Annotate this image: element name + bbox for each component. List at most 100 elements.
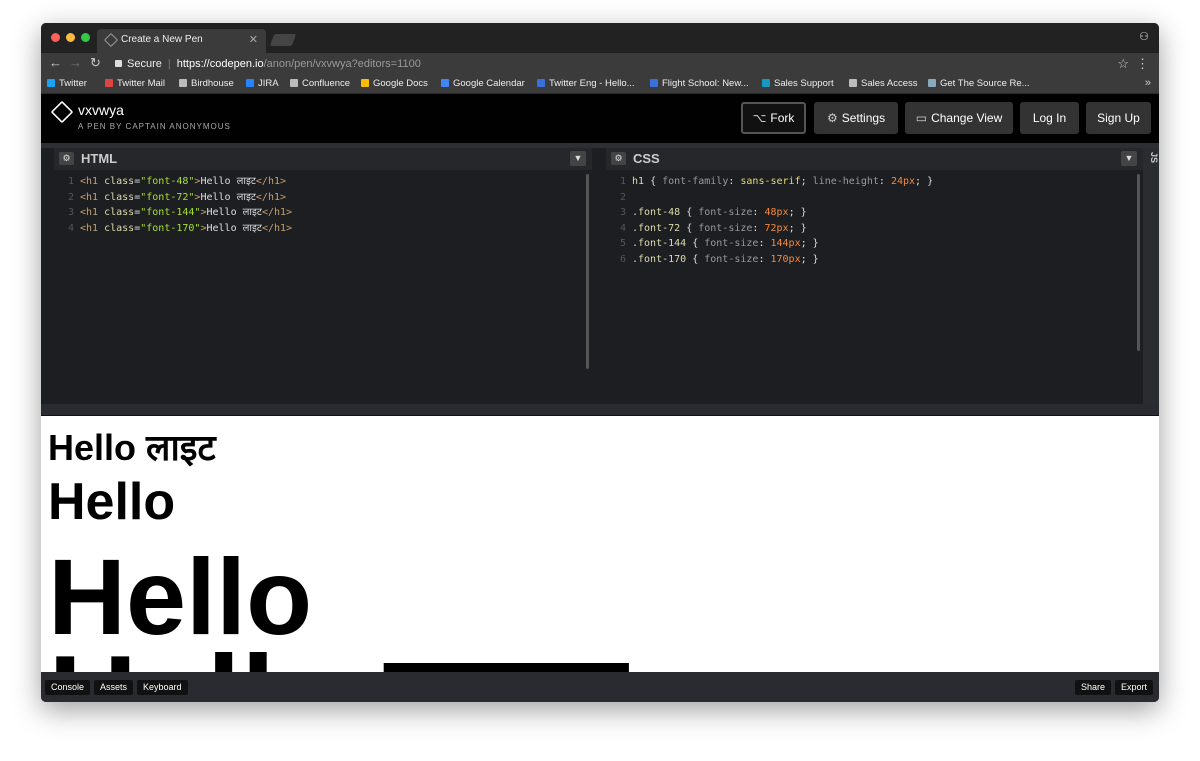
bookmark-item[interactable]: Get The Source Re... bbox=[928, 78, 1030, 89]
code-selector: .font-170 bbox=[632, 253, 687, 265]
code-punct: : bbox=[758, 238, 771, 249]
more-bookmarks-icon[interactable]: » bbox=[1145, 77, 1151, 89]
html-settings-gear-icon[interactable]: ⚙ bbox=[59, 152, 74, 165]
address-bar[interactable]: Secure | https://codepen.io/anon/pen/vxvwy… bbox=[109, 55, 1129, 73]
code-value: 48px bbox=[764, 207, 789, 218]
code-attr: class bbox=[104, 222, 135, 234]
codepen-header: vxvwya A PEN BY CAPTAIN ANONYMOUS ⌥ Fork … bbox=[41, 94, 1159, 143]
chevron-down-icon[interactable]: ▼ bbox=[1121, 151, 1137, 166]
bookmark-item[interactable]: Google Calendar bbox=[441, 78, 525, 89]
html-code-editor[interactable]: 1 <h1 class="font-48">Hello लाइट</h1> 2 <h1… bbox=[54, 174, 592, 236]
code-punct: } bbox=[800, 222, 807, 234]
url-host: https://codepen.io bbox=[176, 58, 264, 70]
code-tag: </h1> bbox=[255, 176, 287, 187]
code-tag: </h1> bbox=[261, 207, 293, 218]
mail-icon bbox=[105, 79, 113, 87]
bookmark-star-icon[interactable]: ☆ bbox=[1117, 56, 1129, 72]
pen-title[interactable]: vxvwya bbox=[78, 102, 124, 118]
code-punct: : bbox=[728, 176, 741, 187]
css-settings-gear-icon[interactable]: ⚙ bbox=[611, 152, 626, 165]
bookmark-item[interactable]: Sales Support bbox=[762, 78, 834, 89]
editor-resize-bar[interactable] bbox=[41, 404, 1159, 416]
bookmark-item[interactable]: Confluence bbox=[290, 78, 350, 89]
bookmark-item[interactable]: Birdhouse bbox=[179, 78, 234, 89]
html-editor-scrollbar[interactable] bbox=[586, 174, 589, 369]
bookmark-item[interactable]: Google Docs bbox=[361, 78, 428, 89]
preview-heading-72: Hello लाइट bbox=[48, 476, 290, 528]
bookmark-label: Twitter Mail bbox=[117, 78, 166, 89]
css-editor-scrollbar[interactable] bbox=[1137, 174, 1140, 351]
code-value: 72px bbox=[764, 222, 789, 234]
keyboard-button[interactable]: Keyboard bbox=[137, 680, 188, 695]
js-panel-collapsed[interactable]: JS bbox=[1143, 148, 1159, 404]
line-number: 6 bbox=[619, 253, 626, 265]
preview-heading-170: Hello लाइट bbox=[48, 638, 625, 672]
html-editor-pane: ⚙ HTML ▼ 1 <h1 class="font-48">Hello लाइट… bbox=[54, 148, 592, 404]
line-number: 2 bbox=[619, 191, 626, 203]
heading-latin-text: Hello bbox=[48, 631, 351, 672]
code-property: font-size bbox=[698, 207, 753, 218]
code-property: font-size bbox=[704, 253, 759, 265]
bookmark-item[interactable]: Twitter bbox=[47, 78, 87, 89]
fork-button[interactable]: ⌥ Fork bbox=[741, 102, 806, 134]
change-view-label: Change View bbox=[931, 111, 1003, 125]
codepen-footer: Console Assets Keyboard Share Export bbox=[41, 672, 1159, 702]
browser-tab[interactable]: Create a New Pen ✕ bbox=[97, 29, 266, 53]
css-panel-title: CSS bbox=[633, 151, 660, 166]
bookmark-label: Confluence bbox=[302, 78, 351, 89]
code-string: "font-72" bbox=[140, 191, 195, 203]
code-punct: } bbox=[800, 207, 807, 218]
code-line: 3 <h1 class="font-144">Hello लाइट</h1> bbox=[54, 205, 592, 221]
reload-icon[interactable]: ↻ bbox=[90, 55, 101, 71]
chevron-down-icon[interactable]: ▼ bbox=[570, 151, 586, 166]
code-attr: class bbox=[104, 176, 135, 187]
pen-subtitle: A PEN BY CAPTAIN ANONYMOUS bbox=[78, 122, 231, 131]
share-button[interactable]: Share bbox=[1075, 680, 1112, 695]
browser-menu-icon[interactable]: ⋮ bbox=[1136, 56, 1149, 72]
code-line: 4 <h1 class="font-170">Hello लाइट</h1> bbox=[54, 221, 592, 237]
code-line: 6 .font-170 { font-size: 170px; } bbox=[606, 252, 1143, 268]
close-tab-icon[interactable]: ✕ bbox=[249, 29, 258, 51]
bookmark-item[interactable]: Sales Access bbox=[849, 78, 918, 89]
code-text: Hello लाइट bbox=[206, 207, 262, 218]
login-button[interactable]: Log In bbox=[1020, 102, 1079, 134]
code-tag: </h1> bbox=[255, 191, 287, 203]
code-punct: { bbox=[686, 253, 705, 265]
code-punct: ; bbox=[800, 238, 813, 249]
code-selector: .font-48 bbox=[632, 207, 681, 218]
assets-button[interactable]: Assets bbox=[94, 680, 134, 695]
code-selector: h1 bbox=[632, 176, 645, 187]
bookmark-item[interactable]: Flight School: New... bbox=[650, 78, 749, 89]
line-number: 3 bbox=[67, 207, 74, 218]
codepen-favicon-icon bbox=[103, 32, 119, 48]
css-editor-pane: ⚙ CSS ▼ 1 h1 { font-family: sans-serif; l… bbox=[606, 148, 1143, 404]
layout-icon: ▭ bbox=[915, 111, 928, 125]
signup-button[interactable]: Sign Up bbox=[1086, 102, 1151, 134]
line-number: 2 bbox=[67, 191, 74, 203]
bookmark-item[interactable]: Twitter Mail bbox=[105, 78, 165, 89]
settings-label: Settings bbox=[841, 111, 886, 125]
css-code-editor[interactable]: 1 h1 { font-family: sans-serif; line-heig… bbox=[606, 174, 1143, 267]
change-view-button[interactable]: ▭ Change View bbox=[905, 102, 1013, 134]
bookmark-item[interactable]: JIRA bbox=[246, 78, 279, 89]
code-line: 1 h1 { font-family: sans-serif; line-heig… bbox=[606, 174, 1143, 190]
bookmark-label: Get The Source Re... bbox=[940, 78, 1030, 89]
console-button[interactable]: Console bbox=[45, 680, 91, 695]
bookmark-label: Twitter bbox=[59, 78, 87, 89]
line-number: 4 bbox=[67, 222, 74, 234]
code-punct: } bbox=[812, 238, 819, 249]
codepen-logo-icon[interactable] bbox=[50, 100, 74, 124]
new-tab-button[interactable] bbox=[269, 34, 297, 46]
close-window-icon[interactable] bbox=[51, 33, 60, 42]
export-button[interactable]: Export bbox=[1115, 680, 1154, 695]
back-icon[interactable]: ← bbox=[49, 55, 62, 70]
code-property: font-size bbox=[698, 222, 753, 234]
twitter-icon bbox=[47, 79, 55, 87]
zoom-window-icon[interactable] bbox=[81, 33, 90, 42]
forward-icon[interactable]: → bbox=[69, 55, 82, 70]
minimize-window-icon[interactable] bbox=[66, 33, 75, 42]
settings-button[interactable]: ⚙ Settings bbox=[814, 102, 898, 134]
bookmark-item[interactable]: Twitter Eng - Hello... bbox=[537, 78, 635, 89]
code-text: Hello लाइट bbox=[200, 176, 256, 187]
code-punct: ; bbox=[800, 176, 813, 187]
